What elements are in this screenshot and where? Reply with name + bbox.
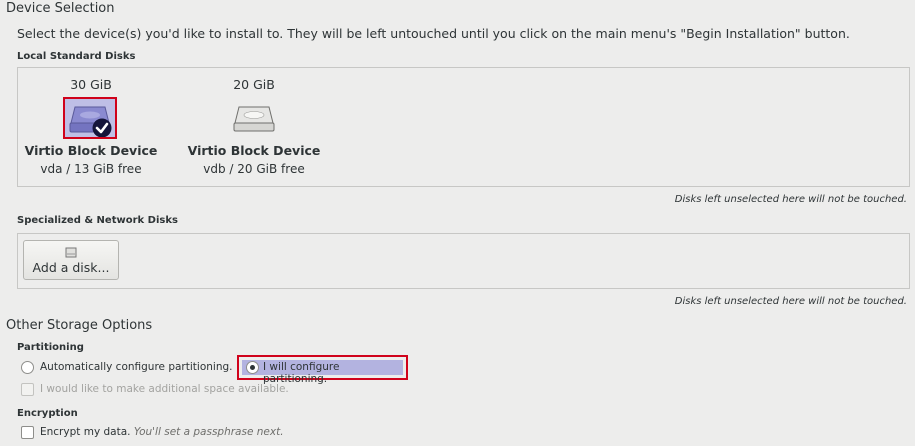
- local-disks-label: Local Standard Disks: [17, 51, 136, 62]
- partitioning-label: Partitioning: [17, 342, 84, 353]
- disk-vda-icon-selected[interactable]: [63, 97, 117, 139]
- hard-disk-icon: [233, 106, 275, 132]
- additional-space-checkbox[interactable]: [21, 383, 34, 396]
- network-disks-note: Disks left unselected here will not be t…: [674, 296, 907, 307]
- instructions-text: Select the device(s) you'd like to insta…: [17, 26, 850, 41]
- network-disks-label: Specialized & Network Disks: [17, 215, 178, 226]
- disk-free: vdb / 20 GiB free: [203, 162, 305, 176]
- additional-space-label: I would like to make additional space av…: [40, 383, 289, 395]
- network-disks-panel: [17, 233, 910, 289]
- disk-vdb-icon[interactable]: [229, 99, 279, 141]
- disk-size: 30 GiB: [70, 77, 112, 92]
- manual-partitioning-label[interactable]: I will configure partitioning.: [263, 361, 406, 385]
- disk-name: Virtio Block Device: [24, 143, 158, 158]
- disk-vdb[interactable]: 20 GiB: [184, 77, 324, 92]
- disk-name: Virtio Block Device: [187, 143, 321, 158]
- encrypt-hint: You'll set a passphrase next.: [133, 426, 284, 438]
- manual-partitioning-option[interactable]: I will configure partitioning.: [237, 355, 408, 385]
- page-title: Device Selection: [6, 1, 115, 16]
- encryption-label: Encryption: [17, 408, 78, 419]
- add-disk-icon: [24, 246, 118, 258]
- add-disk-button[interactable]: Add a disk...: [23, 240, 119, 280]
- encrypt-option[interactable]: Encrypt my data. You'll set a passphrase…: [40, 426, 284, 438]
- local-disks-note: Disks left unselected here will not be t…: [674, 194, 907, 205]
- auto-partitioning-label[interactable]: Automatically configure partitioning.: [40, 361, 232, 373]
- disk-size: 20 GiB: [233, 77, 275, 92]
- disk-free: vda / 13 GiB free: [40, 162, 142, 176]
- disk-vda-details: Virtio Block Device vda / 13 GiB free: [21, 143, 161, 176]
- hard-disk-icon: [69, 106, 112, 138]
- encrypt-checkbox[interactable]: [21, 426, 34, 439]
- auto-partitioning-radio[interactable]: [21, 361, 34, 374]
- disk-vda[interactable]: 30 GiB: [21, 77, 161, 92]
- manual-partitioning-radio[interactable]: [246, 361, 259, 374]
- disk-vdb-details: Virtio Block Device vdb / 20 GiB free: [184, 143, 324, 176]
- other-storage-title: Other Storage Options: [6, 318, 153, 333]
- radio-selected-dot: [250, 365, 255, 370]
- add-disk-label: Add a disk...: [32, 260, 110, 275]
- encrypt-label: Encrypt my data.: [40, 426, 131, 438]
